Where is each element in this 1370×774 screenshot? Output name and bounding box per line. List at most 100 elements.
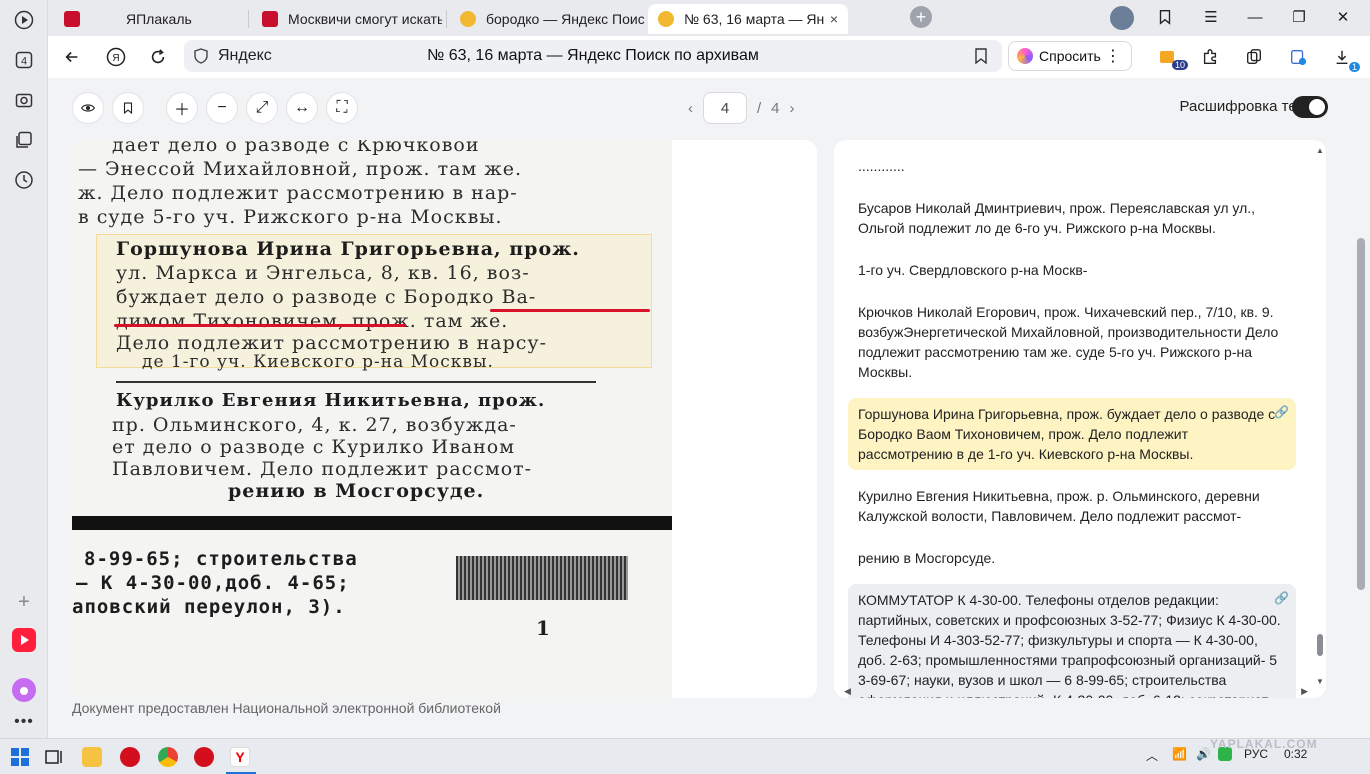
yandex-home-icon[interactable]: Я xyxy=(104,46,128,68)
decoded-paragraph[interactable]: Курилно Евгения Никитьевна, прож. р. Оль… xyxy=(848,480,1296,532)
page-input[interactable]: 4 xyxy=(703,92,747,124)
downloads-icon[interactable]: 1 xyxy=(1330,46,1360,72)
profile-avatar[interactable] xyxy=(1110,6,1134,30)
tab-borodko-search[interactable]: бородко — Яндекс Поиск xyxy=(450,4,644,34)
link-icon[interactable]: 🔗 xyxy=(1274,406,1289,418)
address-bar[interactable]: Яндекс № 63, 16 марта — Яндекс Поиск по … xyxy=(184,40,1002,72)
decoded-paragraph[interactable]: Крючков Николай Егорович, прож. Чихачевс… xyxy=(848,296,1296,388)
decoded-paragraph-text: Горшунова Ирина Григорьевна, прож. бужда… xyxy=(858,406,1276,462)
decoded-paragraph-text: Крючков Николай Егорович, прож. Чихачевс… xyxy=(858,304,1279,380)
back-icon[interactable] xyxy=(60,46,84,68)
ask-button[interactable]: Спросить ⋮ xyxy=(1008,41,1132,71)
decoded-paragraph-text: Бусаров Николай Дминтриевич, прож. Перея… xyxy=(858,200,1256,236)
chrome-icon[interactable] xyxy=(158,747,178,767)
decoded-paragraph-text: ............ xyxy=(858,158,905,174)
restore-icon[interactable]: ❐ xyxy=(1288,6,1310,28)
more-vertical-icon[interactable]: ⋮ xyxy=(1105,46,1121,66)
link-icon[interactable]: 🔗 xyxy=(1274,592,1289,604)
tab-title: ЯПлакаль xyxy=(126,11,192,27)
decoded-paragraph[interactable]: рению в Мосгорсуде. xyxy=(848,542,1296,574)
decoded-paragraph[interactable]: Бусаров Николай Дминтриевич, прож. Перея… xyxy=(848,192,1296,244)
decoded-text-scrollbar[interactable]: ▲ ▼ xyxy=(1316,146,1324,686)
zoom-out-icon[interactable]: − xyxy=(206,92,238,124)
collections-toolbar-icon[interactable]: 10 xyxy=(1156,46,1188,70)
alice-icon[interactable] xyxy=(12,678,36,702)
eye-icon[interactable] xyxy=(72,92,104,124)
tab-strip: ЯПлакаль Москвичи смогут искать бородко … xyxy=(48,0,1370,36)
scan-line: димом Тихоновичем, прож. там же. xyxy=(116,310,509,332)
decoded-paragraph[interactable]: КОММУТАТОР К 4-30-00. Телефоны отделов р… xyxy=(848,584,1296,698)
decoded-paragraph[interactable]: 1-го уч. Свердловского р-на Москв- xyxy=(848,254,1296,286)
scan-line: — Энессой Михайловной, прож. там же. xyxy=(78,158,523,180)
decoded-paragraph[interactable]: Горшунова Ирина Григорьевна, прож. бужда… xyxy=(848,398,1296,470)
tray-chevron-icon[interactable]: ︿ xyxy=(1146,747,1158,764)
minimize-icon[interactable]: — xyxy=(1244,6,1266,28)
decoded-paragraph[interactable]: ............ xyxy=(848,150,1296,182)
focus-frame-icon[interactable]: ⛶ xyxy=(326,92,358,124)
scan-line: Горшунова Ирина Григорьевна, прож. xyxy=(116,238,580,260)
prev-page-icon[interactable]: ‹ xyxy=(688,100,693,117)
bookmark-tabs-icon[interactable] xyxy=(1154,6,1176,28)
file-explorer-icon[interactable] xyxy=(82,747,102,767)
close-tab-icon[interactable]: × xyxy=(830,11,838,27)
opera-gx-icon[interactable] xyxy=(194,747,214,767)
scan-line: рению в Мосгорсуде. xyxy=(228,480,485,502)
address-title: № 63, 16 марта — Яндекс Поиск по архивам xyxy=(427,47,759,64)
decode-text-toggle[interactable] xyxy=(1292,96,1328,118)
add-panel-icon[interactable]: + xyxy=(12,590,36,614)
fullscreen-icon[interactable]: ⤢ xyxy=(246,92,278,124)
page-separator: / xyxy=(757,99,762,117)
wifi-icon[interactable]: 📶 xyxy=(1172,747,1187,761)
zoom-in-icon[interactable]: ＋ xyxy=(166,92,198,124)
volume-icon[interactable]: 🔊 xyxy=(1196,747,1211,761)
yandex-search-favicon-icon xyxy=(460,11,476,27)
screenshot-icon[interactable] xyxy=(12,88,36,112)
history-icon[interactable] xyxy=(12,168,36,192)
scan-line: ул. Маркса и Энгельса, 8, кв. 16, воз- xyxy=(116,262,530,284)
extensions-icon[interactable] xyxy=(1198,46,1222,68)
scan-line: де 1-го уч. Киевского р-на Москвы. xyxy=(142,352,494,372)
page-scrollbar[interactable] xyxy=(1356,140,1366,735)
yandex-browser-icon[interactable]: Y xyxy=(230,747,250,767)
fit-width-icon[interactable]: ↔ xyxy=(286,92,318,124)
archive-viewer: ＋ − ⤢ ↔ ⛶ ‹ 4 / 4 › Расшифровка текста д… xyxy=(48,78,1370,738)
tab-groups-icon[interactable] xyxy=(1242,46,1266,68)
scan-line: ж. Дело подлежит рассмотрению в нар- xyxy=(78,182,518,204)
column-rule xyxy=(116,381,596,383)
decoded-paragraph-text: Курилно Евгения Никитьевна, прож. р. Оль… xyxy=(858,488,1260,524)
tab-title: Москвичи смогут искать xyxy=(288,11,442,27)
new-tab-button[interactable]: + xyxy=(910,6,932,28)
decoded-text-hscroll[interactable]: ◀ ▶ xyxy=(844,686,1308,696)
menu-icon[interactable]: ☰ xyxy=(1200,6,1222,28)
downloads-badge: 1 xyxy=(1348,62,1360,72)
windows-start-icon[interactable] xyxy=(10,747,30,767)
more-dots-icon[interactable]: ••• xyxy=(12,710,36,734)
opera-icon[interactable] xyxy=(120,747,140,767)
news-favicon-icon xyxy=(262,11,278,27)
bookmark-icon[interactable] xyxy=(974,48,988,64)
tab-yaplakal[interactable]: ЯПлакаль xyxy=(54,4,244,34)
security-extension-icon[interactable] xyxy=(1286,46,1310,68)
tab-moskvichi[interactable]: Москвичи смогут искать xyxy=(252,4,442,34)
decoded-text-panel: ............ Бусаров Николай Дминтриевич,… xyxy=(834,140,1326,698)
task-view-icon[interactable] xyxy=(44,747,64,767)
scan-line: дает дело о разводе с Крючковой xyxy=(112,140,480,156)
decoded-paragraph-text: КОММУТАТОР К 4-30-00. Телефоны отделов р… xyxy=(858,592,1281,698)
tabs-count-icon[interactable]: 4 xyxy=(12,48,36,72)
next-page-icon[interactable]: › xyxy=(790,100,795,117)
svg-text:Я: Я xyxy=(112,53,119,64)
collections-icon[interactable] xyxy=(12,128,36,152)
video-app-icon[interactable] xyxy=(12,628,36,652)
page-pager: ‹ 4 / 4 › xyxy=(688,92,795,124)
scan-line: Павловичем. Дело подлежит рассмот- xyxy=(112,458,533,480)
scan-line: аповский переулон, 3). xyxy=(72,596,346,618)
scan-page-number: 1 xyxy=(536,616,551,640)
collections-badge: 10 xyxy=(1171,60,1188,70)
tab-archive-active[interactable]: № 63, 16 марта — Яндекс × xyxy=(648,4,848,34)
bookmark-page-icon[interactable] xyxy=(112,92,144,124)
close-window-icon[interactable]: ✕ xyxy=(1332,6,1354,28)
scan-page[interactable]: дает дело о разводе с Крючковой — Энессо… xyxy=(72,140,817,698)
reload-icon[interactable] xyxy=(146,46,170,68)
play-icon[interactable] xyxy=(12,8,36,32)
printed-stamp xyxy=(456,556,628,600)
